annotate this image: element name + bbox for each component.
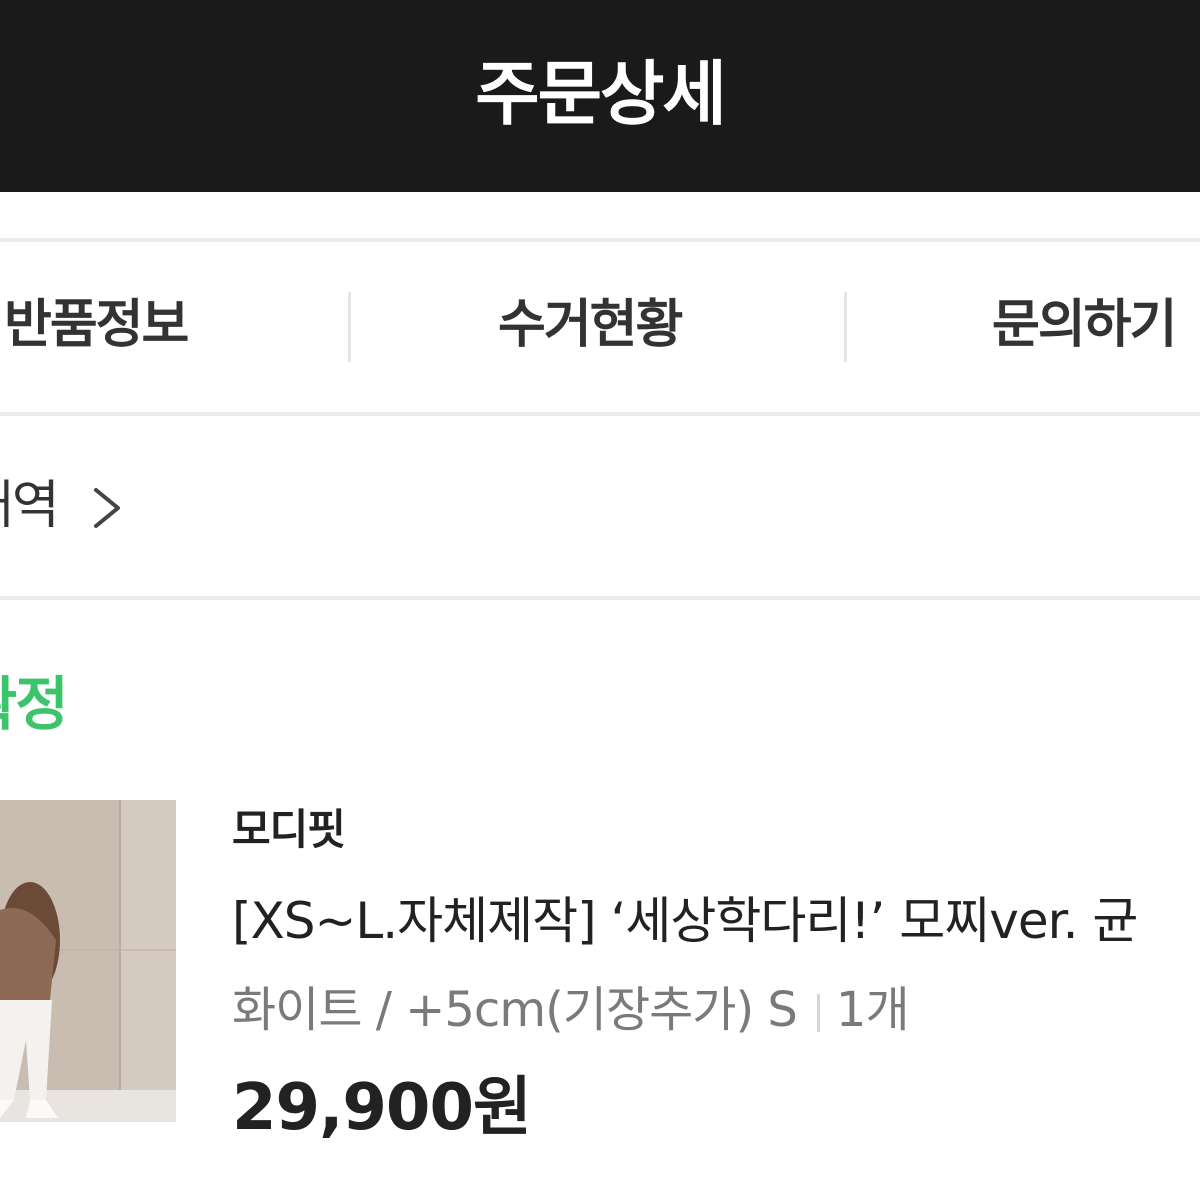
- product-options: 화이트 / +5cm(기장추가) S 1개: [232, 978, 910, 1042]
- chevron-right-icon: [94, 488, 120, 528]
- history-link-label: 내역: [0, 476, 60, 536]
- tab-pickup-status[interactable]: 수거현황: [498, 290, 683, 360]
- product-thumbnail[interactable]: [0, 800, 176, 1122]
- tab-separator: [844, 292, 847, 362]
- option-separator: [816, 994, 820, 1032]
- section-divider: [0, 596, 1200, 600]
- section-divider: [0, 238, 1200, 242]
- order-status-label: 확정: [0, 670, 69, 738]
- tab-return-info[interactable]: 반품정보: [4, 290, 189, 360]
- quantity-text: 1개: [835, 982, 910, 1038]
- product-photo: [0, 800, 176, 1122]
- order-history-link[interactable]: 내역: [0, 468, 120, 544]
- order-detail-page: 주문상세 반품정보 수거현황 문의하기 내역 확정 모디핏 [XS~L.자체제작…: [0, 0, 1200, 1200]
- section-divider: [0, 412, 1200, 416]
- tab-separator: [348, 292, 351, 362]
- tab-inquiry[interactable]: 문의하기: [992, 290, 1177, 360]
- product-name[interactable]: [XS~L.자체제작] ‘세상학다리!’ 모찌ver. 균: [232, 886, 1138, 956]
- option-text: 화이트 / +5cm(기장추가) S: [232, 982, 798, 1038]
- seller-name[interactable]: 모디핏: [232, 800, 346, 860]
- product-price: 29,900원: [232, 1071, 532, 1145]
- top-header-bar: 주문상세: [0, 0, 1200, 192]
- page-title: 주문상세: [475, 53, 727, 135]
